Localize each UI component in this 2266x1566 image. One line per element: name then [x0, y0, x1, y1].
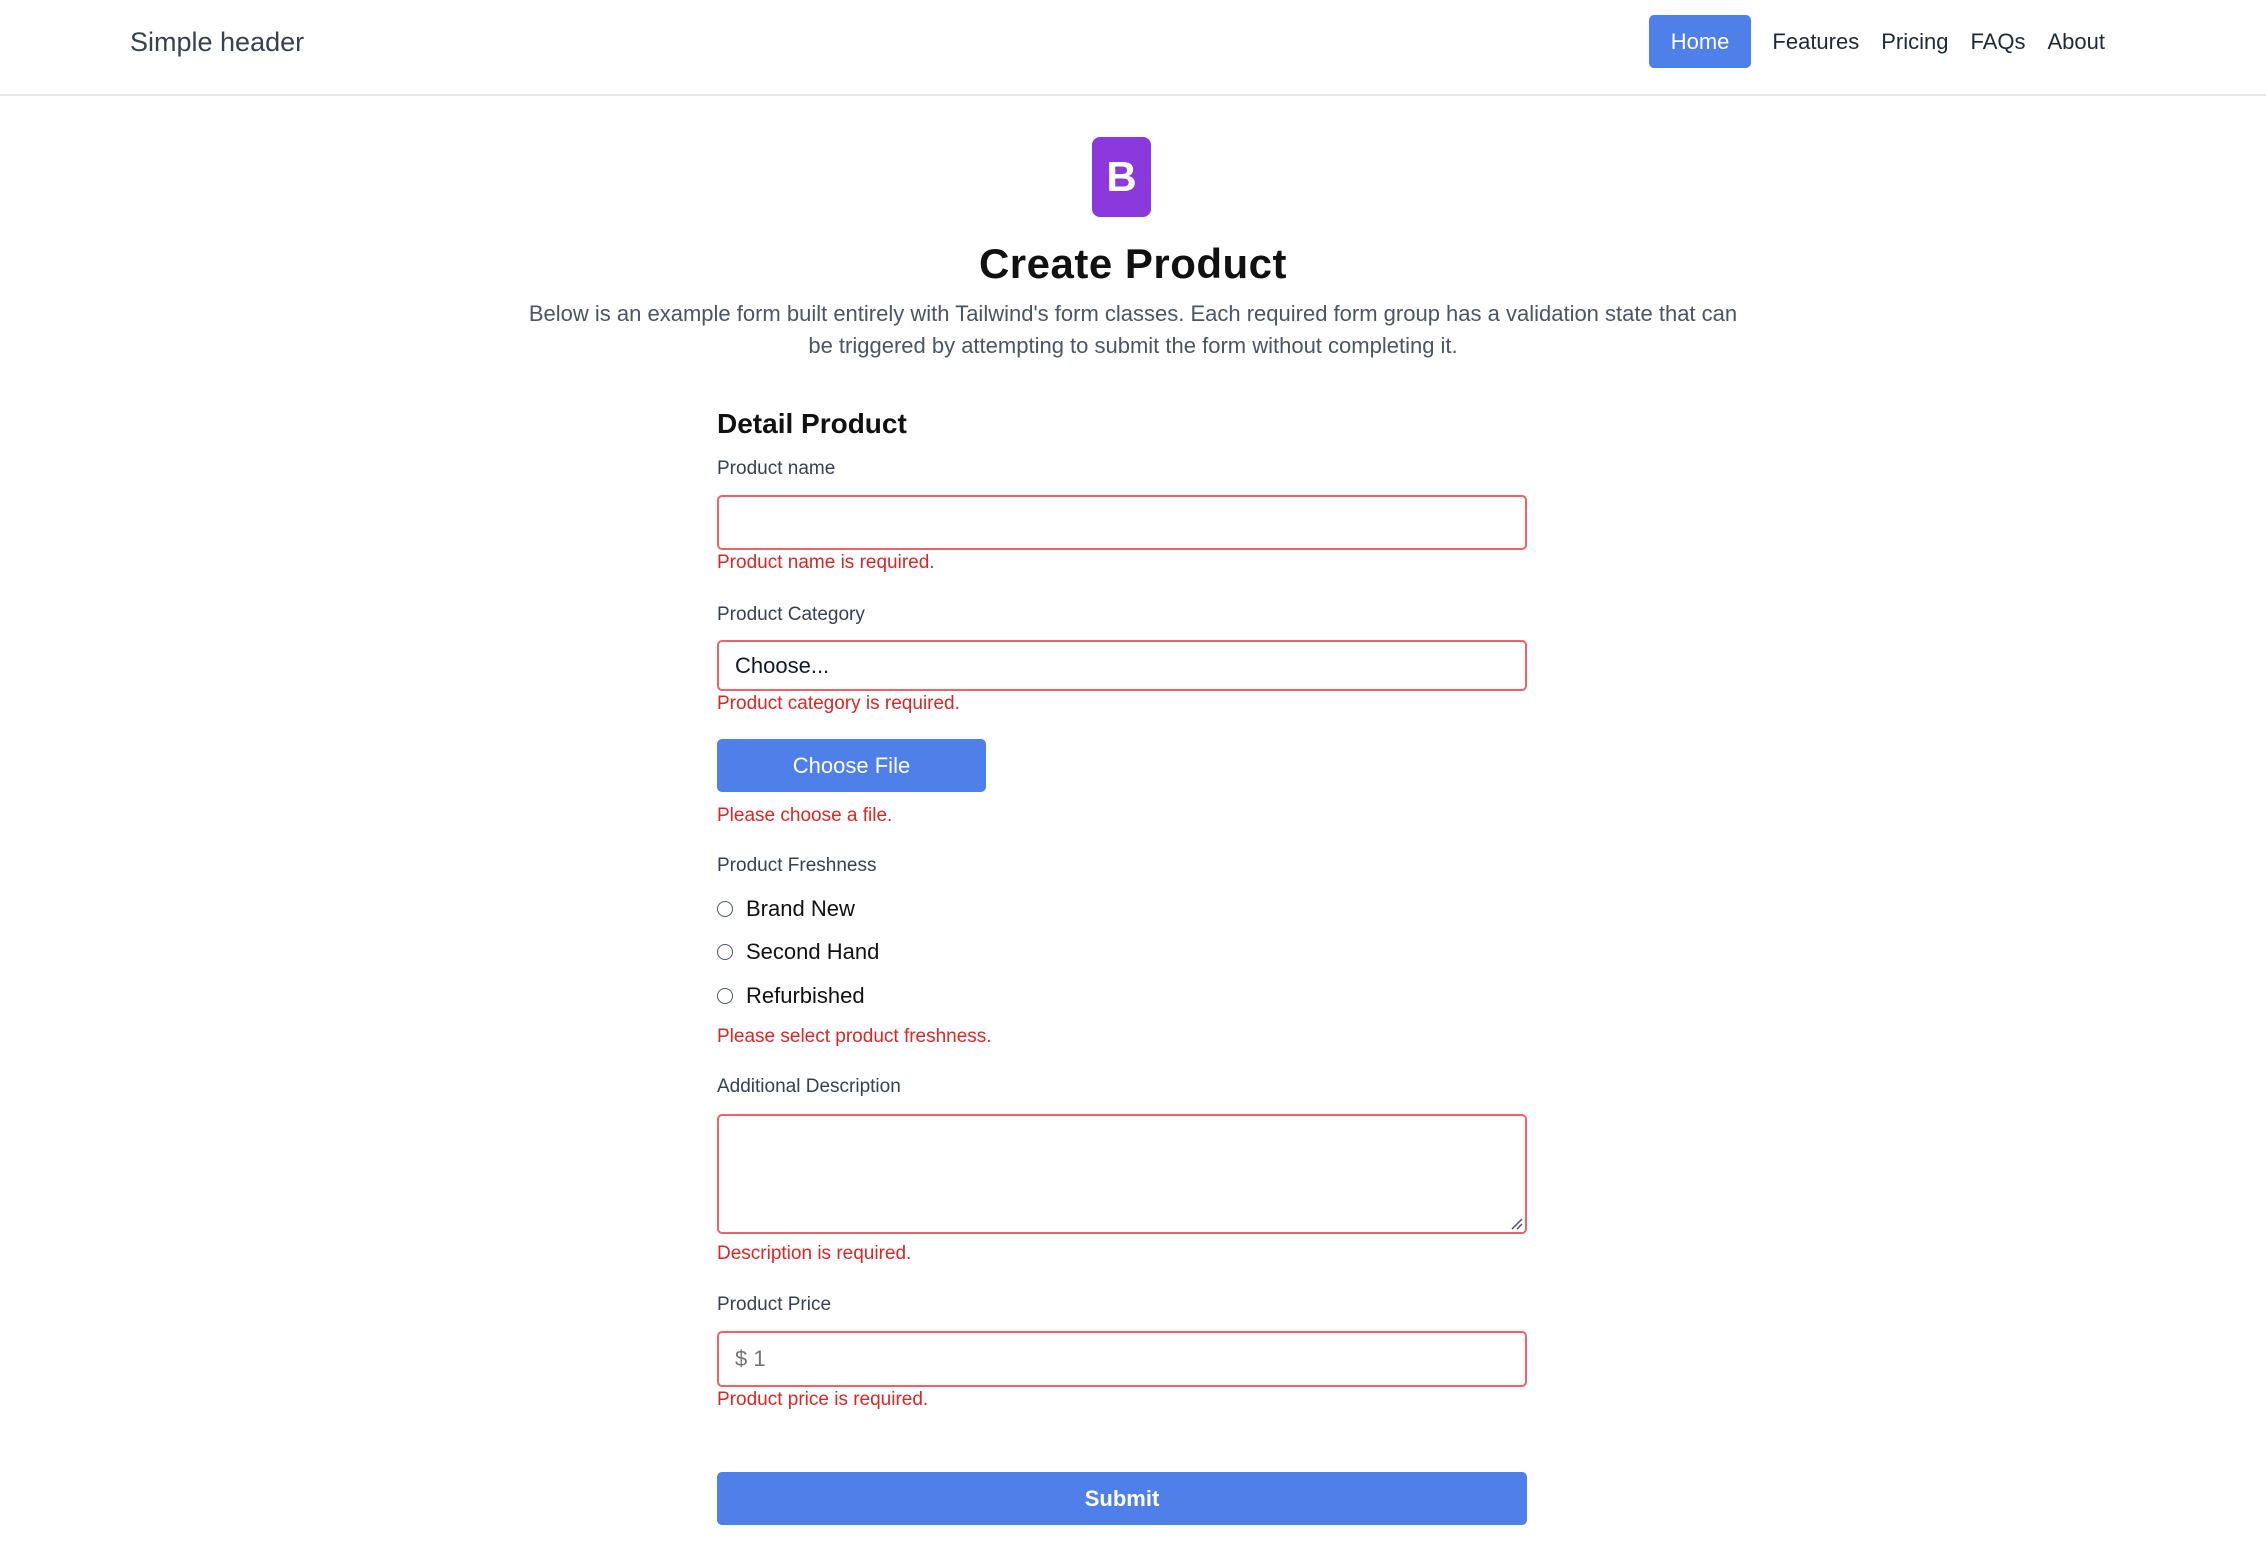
file-error: Please choose a file.: [717, 805, 893, 826]
radio-option-second-hand[interactable]: Second Hand: [717, 938, 879, 966]
radio-label[interactable]: Second Hand: [746, 938, 879, 966]
product-price-input[interactable]: [717, 1331, 1527, 1387]
product-name-label: Product name: [717, 458, 836, 479]
nav-faqs[interactable]: FAQs: [1959, 15, 2036, 68]
description-error: Description is required.: [717, 1243, 912, 1264]
radio-button[interactable]: [717, 901, 733, 917]
page-description: Below is an example form built entirely …: [528, 301, 1738, 358]
brand-title[interactable]: Simple header: [130, 24, 304, 60]
product-freshness-label: Product Freshness: [717, 855, 877, 876]
product-category-error: Product category is required.: [717, 693, 960, 714]
nav-about[interactable]: About: [2037, 15, 2117, 68]
radio-option-refurbished[interactable]: Refurbished: [717, 982, 865, 1010]
resize-handle-icon[interactable]: [1509, 1216, 1523, 1230]
product-name-error: Product name is required.: [717, 552, 935, 573]
bootstrap-logo-icon: B: [1092, 137, 1151, 217]
choose-file-button[interactable]: Choose File: [717, 739, 986, 792]
nav-home[interactable]: Home: [1648, 15, 1752, 68]
radio-button[interactable]: [717, 988, 733, 1004]
site-header: Simple header Home Features Pricing FAQs…: [0, 0, 2266, 96]
freshness-error: Please select product freshness.: [717, 1026, 992, 1047]
product-category-select[interactable]: Choose...: [717, 640, 1527, 691]
radio-label[interactable]: Refurbished: [746, 982, 865, 1010]
description-textarea[interactable]: [717, 1114, 1527, 1234]
nav-pricing[interactable]: Pricing: [1870, 15, 1959, 68]
radio-option-brand-new[interactable]: Brand New: [717, 895, 855, 923]
product-price-label: Product Price: [717, 1294, 832, 1315]
page-title: Create Product: [978, 240, 1288, 287]
price-error: Product price is required.: [717, 1389, 929, 1410]
nav-features[interactable]: Features: [1761, 15, 1870, 68]
section-title: Detail Product: [717, 408, 907, 439]
radio-label[interactable]: Brand New: [746, 895, 855, 923]
product-name-input[interactable]: [717, 495, 1527, 550]
logo-letter: B: [1106, 153, 1137, 200]
main-nav: Home Features Pricing FAQs About: [1648, 15, 2117, 68]
product-category-label: Product Category: [717, 604, 865, 625]
category-selected-value: Choose...: [735, 652, 830, 678]
description-label: Additional Description: [717, 1076, 901, 1097]
submit-button[interactable]: Submit: [717, 1472, 1527, 1525]
radio-button[interactable]: [717, 944, 733, 960]
